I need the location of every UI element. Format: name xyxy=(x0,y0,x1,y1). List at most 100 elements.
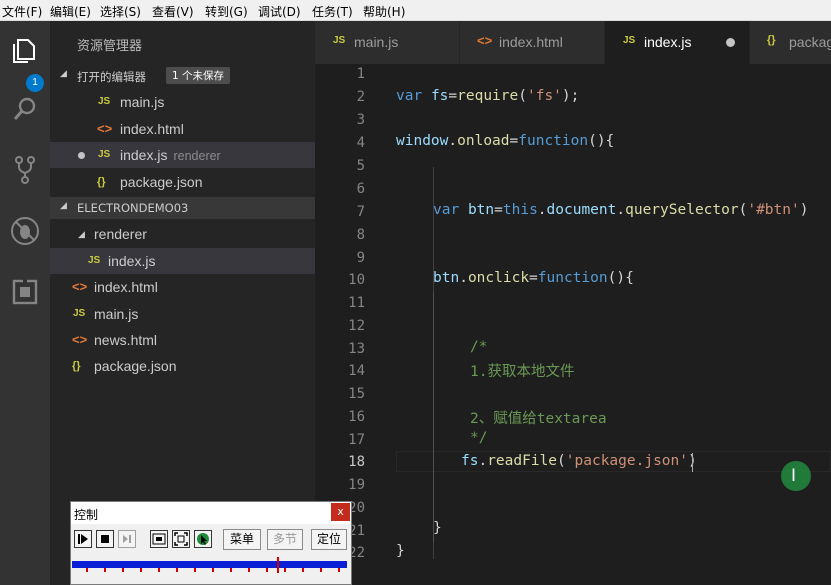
js-file-icon: JS xyxy=(98,149,111,160)
open-editor-item[interactable]: <> index.html xyxy=(50,116,315,142)
json-file-icon: {} xyxy=(767,34,776,46)
files-icon xyxy=(13,39,35,63)
debug-activity[interactable] xyxy=(0,206,50,256)
region-icon xyxy=(174,532,188,546)
tab-package-json[interactable]: {} package.json xyxy=(750,21,831,64)
code-editor[interactable]: 1 2 3 4 5 6 7 8 9 10 11 12 13 14 15 16 1… xyxy=(315,64,831,585)
folder-row[interactable]: ◢ renderer xyxy=(50,221,315,247)
timeline-tick xyxy=(302,568,304,572)
open-editor-item[interactable]: {} package.json xyxy=(50,169,315,195)
file-row[interactable]: <> news.html xyxy=(50,327,315,353)
open-editor-item[interactable]: JS main.js xyxy=(50,89,315,115)
code-line-4: window.onload=function(){ xyxy=(396,133,615,149)
line-number: 19 xyxy=(348,477,365,493)
stop-icon xyxy=(101,535,109,543)
line-number-current: 18 xyxy=(348,454,365,470)
line-number: 15 xyxy=(348,386,365,402)
search-activity[interactable] xyxy=(0,84,50,134)
indent-guide-active xyxy=(433,292,434,542)
line-number: 7 xyxy=(356,204,365,220)
menu-tasks[interactable]: 任务(T) xyxy=(312,3,353,20)
cursor-button[interactable] xyxy=(194,530,212,548)
line-number: 4 xyxy=(356,135,365,151)
menu-button[interactable]: 菜单 xyxy=(223,529,261,550)
tab-label: index.js xyxy=(644,34,692,50)
multi-section-button[interactable]: 多节 xyxy=(267,529,303,550)
region-button[interactable] xyxy=(172,530,190,548)
line-number: 1 xyxy=(356,66,365,82)
timeline-bar[interactable] xyxy=(72,561,347,568)
timeline-tick xyxy=(320,568,322,572)
open-editor-name: index.html xyxy=(120,121,184,137)
file-name: index.js xyxy=(108,253,156,269)
code-line-13: /* xyxy=(470,339,488,355)
close-button[interactable]: x xyxy=(331,503,350,521)
menu-debug[interactable]: 调试(D) xyxy=(258,3,301,20)
locate-button[interactable]: 定位 xyxy=(311,529,347,550)
control-window-title: 控制 xyxy=(74,508,99,522)
editor-tabs: JS main.js <> index.html JS index.js {} … xyxy=(315,21,831,64)
open-editor-name: index.js renderer xyxy=(120,142,221,169)
stop-button[interactable] xyxy=(96,530,114,548)
folder-expanded-icon: ◢ xyxy=(78,229,85,239)
html-file-icon: <> xyxy=(72,332,88,347)
code-line-18: fs.readFile('package.json') xyxy=(461,453,697,469)
menu-file[interactable]: 文件(F) xyxy=(2,3,42,20)
json-file-icon: {} xyxy=(72,360,81,372)
tab-main-js[interactable]: JS main.js xyxy=(315,21,460,64)
ibeam-cursor-icon: I xyxy=(791,466,797,486)
tab-label: index.html xyxy=(499,34,563,50)
tab-index-html[interactable]: <> index.html xyxy=(460,21,605,64)
code-line-2: var fs=require('fs'); xyxy=(396,88,580,104)
line-number: 2 xyxy=(356,89,365,105)
json-file-icon: {} xyxy=(97,176,106,188)
folder-name: renderer xyxy=(94,226,147,242)
line-number: 9 xyxy=(356,250,365,266)
timeline-tick xyxy=(194,568,196,572)
debug-icon xyxy=(11,217,39,245)
line-number: 17 xyxy=(348,432,365,448)
timeline-position-marker[interactable] xyxy=(277,557,279,573)
code-line-14: 1.获取本地文件 xyxy=(470,364,575,380)
fullscreen-button[interactable] xyxy=(150,530,168,548)
tab-index-js[interactable]: JS index.js xyxy=(605,21,750,64)
menu-goto[interactable]: 转到(G) xyxy=(205,3,248,20)
project-header[interactable]: ◢ ELECTRONDEMO03 xyxy=(50,197,315,219)
file-row[interactable]: <> index.html xyxy=(50,274,315,300)
open-editors-header[interactable]: ◢ 打开的编辑器 1 个未保存 xyxy=(50,65,315,87)
extensions-icon xyxy=(12,279,38,305)
code-line-17: */ xyxy=(470,430,488,446)
source-control-activity[interactable] xyxy=(0,145,50,195)
timeline-tick xyxy=(86,568,88,572)
file-row[interactable]: JS main.js xyxy=(50,301,315,327)
play-button[interactable] xyxy=(74,530,92,548)
timeline-tick xyxy=(230,568,232,572)
unsaved-dot-icon[interactable] xyxy=(726,38,735,47)
timeline-tick xyxy=(212,568,214,572)
text-caret xyxy=(692,453,693,472)
open-editor-name: package.json xyxy=(120,174,203,190)
control-window-titlebar[interactable]: 控制 x xyxy=(71,502,351,524)
skip-button[interactable] xyxy=(118,530,136,548)
file-row[interactable]: {} package.json xyxy=(50,353,315,379)
unsaved-badge: 1 个未保存 xyxy=(166,67,231,84)
extensions-activity[interactable] xyxy=(0,267,50,317)
line-number: 5 xyxy=(356,158,365,174)
tab-label: package.json xyxy=(789,34,831,50)
code-line-21: } xyxy=(433,520,442,536)
menu-selection[interactable]: 选择(S) xyxy=(100,3,141,20)
js-file-icon: JS xyxy=(623,35,636,46)
menu-help[interactable]: 帮助(H) xyxy=(363,3,405,20)
html-file-icon: <> xyxy=(72,279,88,294)
timeline-tick xyxy=(158,568,160,572)
line-number: 8 xyxy=(356,227,365,243)
file-row-active[interactable]: JS index.js xyxy=(50,248,315,274)
menu-view[interactable]: 查看(V) xyxy=(152,3,194,20)
explorer-activity[interactable] xyxy=(0,26,50,76)
file-name: news.html xyxy=(94,332,158,348)
skip-icon xyxy=(123,535,131,543)
menu-edit[interactable]: 编辑(E) xyxy=(50,3,91,20)
line-number: 13 xyxy=(348,341,365,357)
open-editor-item-active[interactable]: JS index.js renderer xyxy=(50,142,315,168)
play-icon xyxy=(78,534,88,544)
